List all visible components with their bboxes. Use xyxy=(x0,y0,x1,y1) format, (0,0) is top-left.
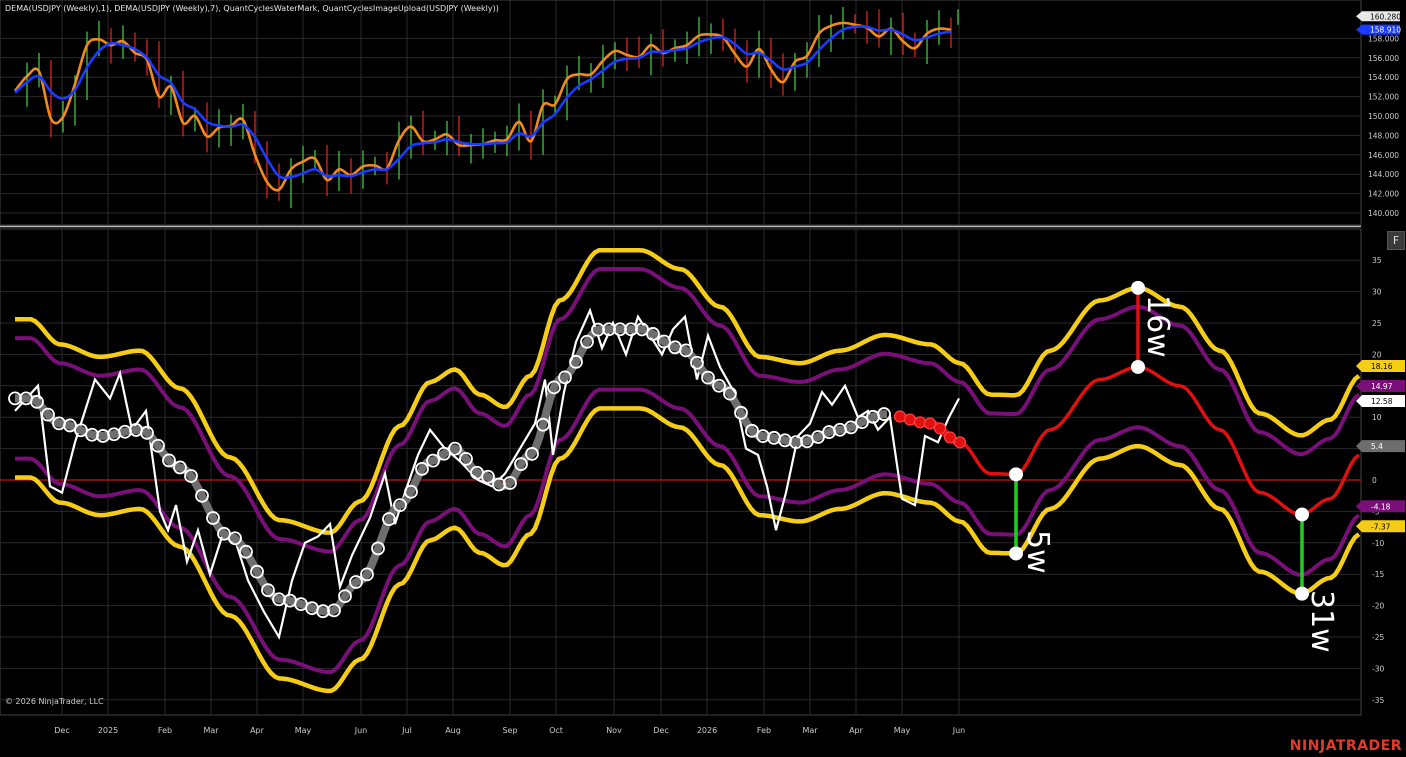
price-label-text: 160.280 xyxy=(1370,12,1401,21)
x-tick-label: Jun xyxy=(354,726,368,735)
cycles-y-tick: -25 xyxy=(1372,633,1384,642)
indicator-title: DEMA(USDJPY (Weekly),1), DEMA(USDJPY (We… xyxy=(5,4,499,13)
x-tick-label: May xyxy=(894,726,911,735)
x-tick-label: Dec xyxy=(54,726,69,735)
x-tick-label: Jul xyxy=(401,726,412,735)
projection-dot xyxy=(903,413,917,426)
x-tick-label: May xyxy=(295,726,312,735)
cycle-marker-dot xyxy=(1009,467,1023,482)
cycle-marker-dot xyxy=(1295,507,1309,522)
cycles-y-tick: -35 xyxy=(1372,696,1384,705)
x-tick-label: Aug xyxy=(445,726,461,735)
projection-dot xyxy=(943,431,957,444)
brand-logo: NINJATRADER xyxy=(1289,738,1402,754)
price-y-tick: 146.000 xyxy=(1368,151,1399,160)
value-label-text: 12.58 xyxy=(1371,397,1393,406)
x-tick-label: Sep xyxy=(502,726,517,735)
price-y-tick: 158.000 xyxy=(1368,34,1399,43)
x-tick-label: Feb xyxy=(757,726,771,735)
x-tick-label: 2025 xyxy=(98,726,118,735)
price-y-tick: 144.000 xyxy=(1368,170,1399,179)
cycles-y-tick: 0 xyxy=(1372,476,1377,485)
cycles-y-tick: 10 xyxy=(1372,413,1382,422)
cycles-y-tick: 35 xyxy=(1372,256,1382,265)
price-y-tick: 150.000 xyxy=(1368,112,1399,121)
value-label-text: -4.18 xyxy=(1371,502,1391,511)
cycles-y-tick: -20 xyxy=(1372,602,1384,611)
x-tick-label: Apr xyxy=(250,726,265,735)
x-tick-label: 2026 xyxy=(697,726,717,735)
value-label-text: -7.37 xyxy=(1371,522,1391,531)
projection-dot xyxy=(923,417,937,430)
cycles-y-tick: -10 xyxy=(1372,539,1384,548)
cycles-y-tick: -15 xyxy=(1372,570,1384,579)
x-tick-label: Apr xyxy=(849,726,864,735)
price-y-tick: 140.000 xyxy=(1368,209,1399,218)
cycle-marker-dot xyxy=(1131,280,1145,295)
copyright-text: © 2026 NinjaTrader, LLC xyxy=(5,697,104,706)
x-tick-label: Dec xyxy=(653,726,668,735)
cycles-y-tick: 20 xyxy=(1372,350,1382,359)
cycle-length-label: 5w xyxy=(1020,530,1055,574)
price-y-tick: 152.000 xyxy=(1368,93,1399,102)
cycles-y-tick: 30 xyxy=(1372,288,1382,297)
x-tick-label: Oct xyxy=(549,726,563,735)
cycle-length-label: 16w xyxy=(1140,295,1175,358)
price-y-tick: 156.000 xyxy=(1368,54,1399,63)
f-button[interactable]: F xyxy=(1387,231,1405,250)
chart-canvas: Dec 2025 Feb Mar Apr May Jun Jul Aug Sep Oct Nov Dec… xyxy=(0,0,1405,735)
value-label-text: 5.4 xyxy=(1371,442,1383,451)
dema-1-line xyxy=(13,21,952,192)
cycles-y-tick: 25 xyxy=(1372,319,1382,328)
price-panel-frame xyxy=(0,0,1362,226)
x-tick-label: Jun xyxy=(952,726,966,735)
price-y-tick: 148.000 xyxy=(1368,131,1399,140)
projection-dot xyxy=(893,410,907,423)
price-y-tick: 154.000 xyxy=(1368,73,1399,82)
projection-dot xyxy=(953,436,967,449)
cycle-marker-dot xyxy=(1131,359,1145,374)
value-label-text: 14.97 xyxy=(1371,382,1393,391)
price-label-text: 158.910 xyxy=(1370,26,1401,35)
price-y-tick: 142.000 xyxy=(1368,190,1399,199)
x-tick-label: Feb xyxy=(158,726,172,735)
projection-dot xyxy=(933,422,947,435)
lower-yellow-band xyxy=(15,406,1361,694)
cycles-y-tick: -30 xyxy=(1372,664,1384,673)
x-tick-label: Mar xyxy=(203,726,219,735)
x-tick-label: Mar xyxy=(802,726,818,735)
x-tick-label: Nov xyxy=(606,726,622,735)
cycle-length-label: 31w xyxy=(1304,590,1339,653)
projection-dot xyxy=(913,416,927,429)
value-label-text: 18.16 xyxy=(1371,362,1393,371)
